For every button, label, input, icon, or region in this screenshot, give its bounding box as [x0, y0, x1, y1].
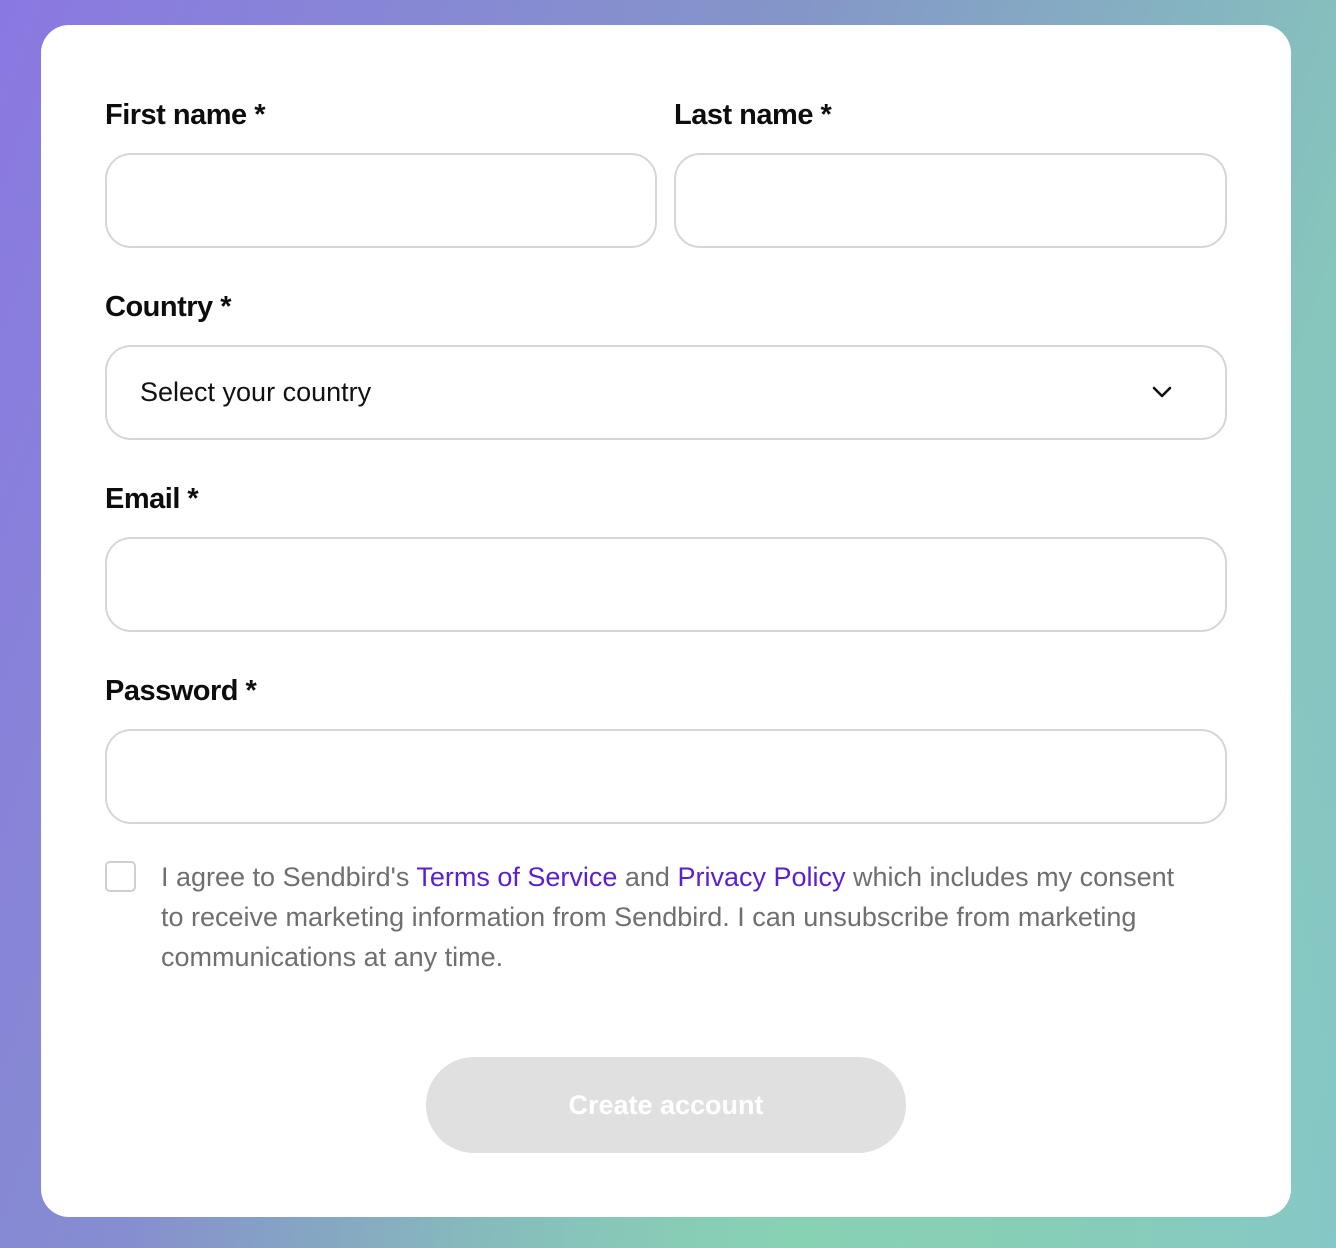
consent-checkbox[interactable]	[105, 861, 136, 892]
consent-text: I agree to Sendbird's Terms of Service a…	[161, 857, 1181, 977]
privacy-policy-link[interactable]: Privacy Policy	[677, 862, 845, 892]
consent-text-part: and	[617, 862, 678, 892]
email-label: Email *	[105, 483, 199, 515]
password-label: Password *	[105, 675, 257, 707]
first-name-input[interactable]	[105, 153, 657, 248]
terms-of-service-link[interactable]: Terms of Service	[416, 862, 617, 892]
consent-text-part: I agree to Sendbird's	[161, 862, 417, 892]
last-name-label: Last name *	[674, 99, 832, 131]
chevron-down-icon	[1152, 386, 1172, 398]
signup-card: First name * Last name * Country * Selec…	[41, 25, 1291, 1217]
country-select-value: Select your country	[140, 377, 372, 407]
first-name-label: First name *	[105, 99, 266, 131]
country-select[interactable]: Select your country	[105, 345, 1227, 440]
country-label: Country *	[105, 291, 232, 323]
create-account-button[interactable]: Create account	[426, 1057, 906, 1153]
password-input[interactable]	[105, 729, 1227, 824]
email-input[interactable]	[105, 537, 1227, 632]
last-name-input[interactable]	[674, 153, 1227, 248]
